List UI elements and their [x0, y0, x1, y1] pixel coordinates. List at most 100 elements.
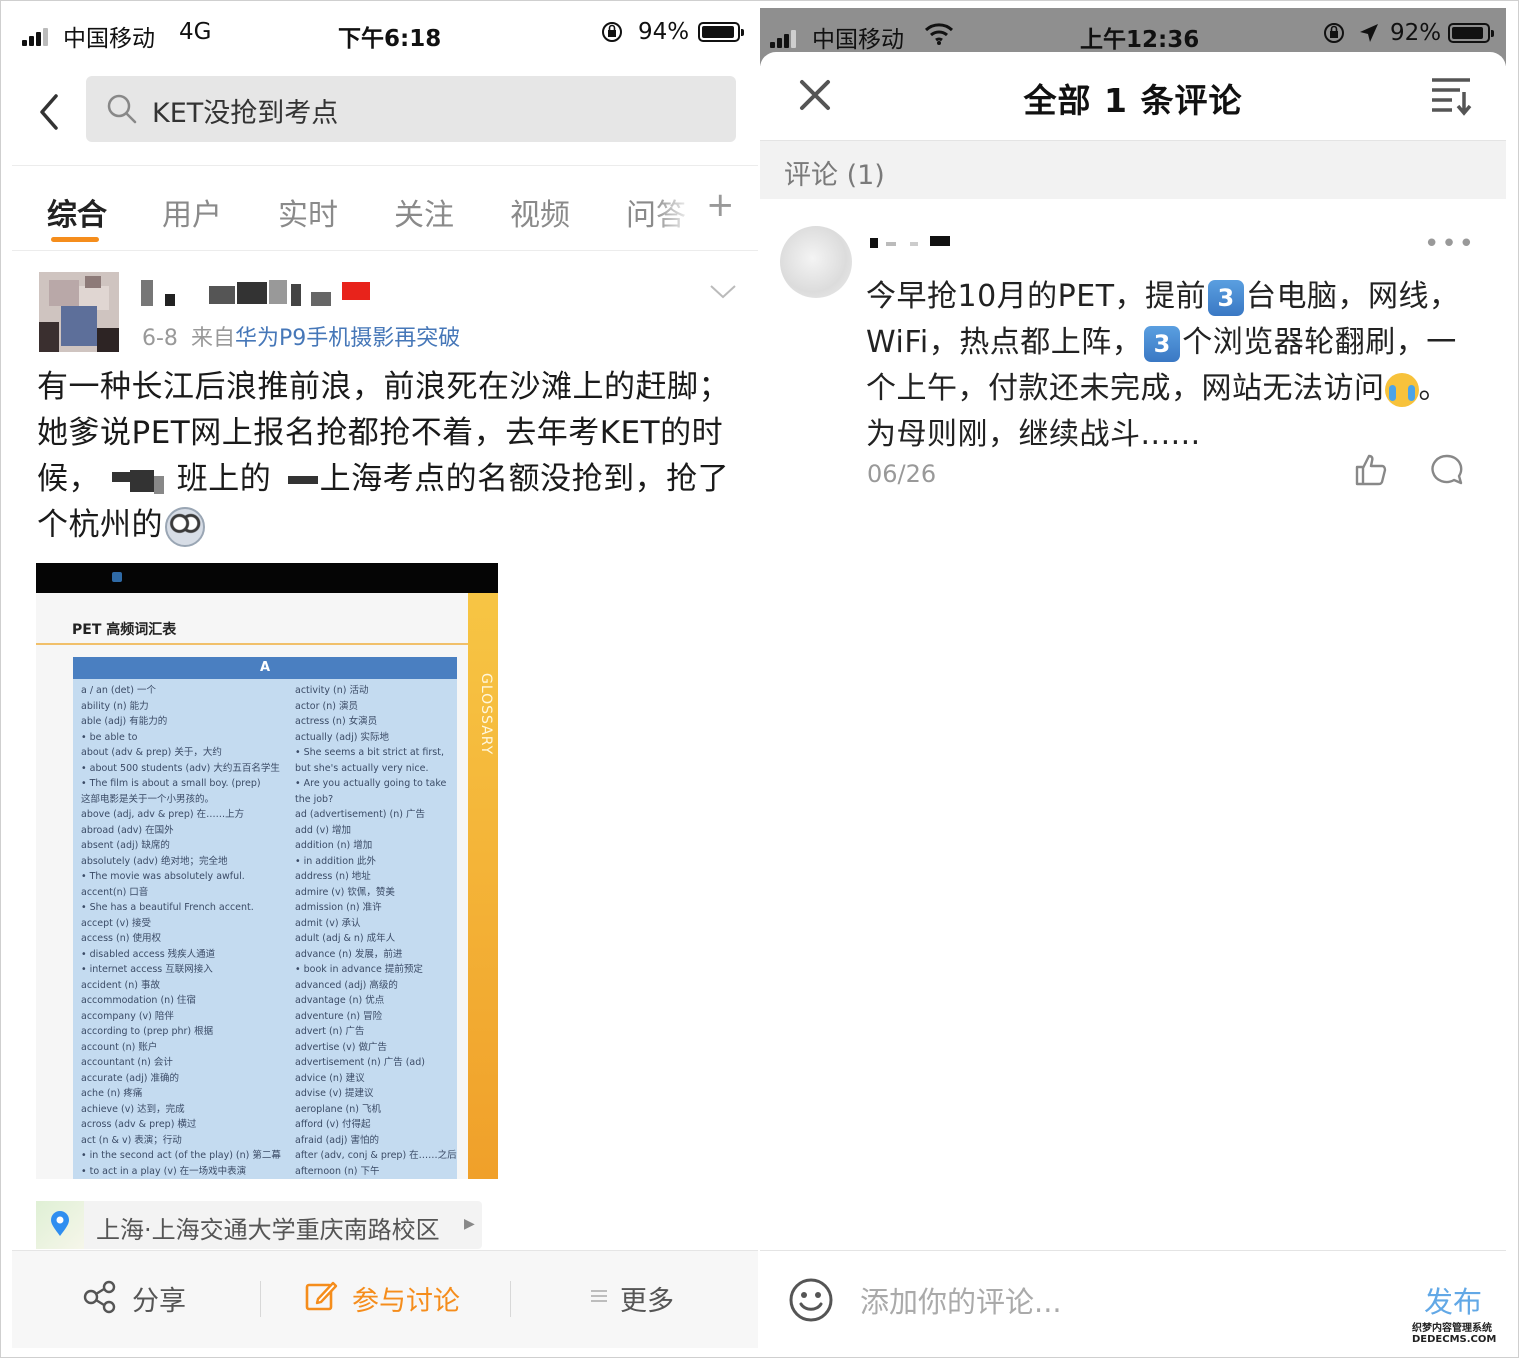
vocab-entry: admire (v) 钦佩，赞美 [295, 886, 395, 898]
image-top-bar [36, 563, 498, 593]
image-heading-rule [36, 643, 468, 645]
vocab-entry: • Are you actually going to take [295, 778, 447, 789]
search-icon [107, 94, 137, 124]
chevron-right-icon: ▶ [464, 1216, 475, 1232]
watermark: 织梦内容管理系统 DEDECMS.COM [1412, 1323, 1496, 1345]
redacted-name-2 [282, 466, 320, 496]
vocab-entry: admission (n) 准许 [295, 902, 382, 913]
vocab-entry: access (n) 使用权 [81, 933, 161, 944]
vocab-entry: accept (v) 接受 [81, 917, 151, 929]
tab-comprehensive[interactable]: 综合 [47, 190, 107, 234]
username-redacted[interactable] [141, 280, 341, 310]
vocab-entry: • The movie was absolutely awful. [81, 871, 245, 882]
like-icon[interactable] [1354, 453, 1388, 487]
back-arrow-icon[interactable] [34, 92, 64, 132]
vocab-entry: 这部电影是关于一个小男孩的。 [81, 793, 215, 805]
search-header: KET没抢到考点 [12, 68, 758, 164]
reply-icon[interactable] [1430, 453, 1464, 487]
comment-text-part1: 今早抢10月的PET，提前 [866, 279, 1207, 314]
commenter-name-redacted[interactable] [870, 236, 960, 250]
vocab-entry: advance (n) 发展，前进 [295, 948, 403, 960]
vocab-entry: a / an (det) 一个 [81, 685, 156, 696]
chevron-down-icon[interactable] [709, 284, 737, 300]
vocab-entry: • disabled access 残疾人通道 [81, 948, 216, 960]
vocab-entry: actress (n) 女演员 [295, 716, 378, 727]
sort-icon[interactable] [1430, 76, 1474, 116]
vocab-entry: adult (adj & n) 成年人 [295, 933, 396, 944]
comment-date: 06/26 [867, 460, 937, 488]
location-tag[interactable]: 上海·上海交通大学重庆南路校区 ▶ [36, 1201, 482, 1249]
vocab-entry: account (n) 账户 [81, 1041, 158, 1053]
vocab-entry: advertise (v) 做广告 [295, 1041, 387, 1053]
vocab-entry: accident (n) 事故 [81, 979, 161, 991]
search-input[interactable]: KET没抢到考点 [86, 76, 736, 142]
battery-icon [698, 22, 744, 42]
vocab-entry: accent(n) 口音 [81, 886, 149, 898]
vocab-entry: actor (n) 演员 [295, 700, 358, 712]
comment-count-label: 评论 (1) [784, 160, 885, 191]
keycap-3-emoji-icon: 3 [1144, 325, 1181, 362]
left-phone-search-results: 中国移动 4G 下午6:18 94% KET没抢到考点 综合 用户 实时 关注 … [12, 8, 758, 1348]
more-button[interactable]: 更多 [620, 1279, 674, 1318]
redacted-name [110, 466, 166, 496]
vocab-entry: about (adv & prep) 关于，大约 [81, 747, 222, 758]
post-text: 有一种长江后浪推前浪，前浪死在沙滩上的赶脚；她爹说PET网上报名抢都抢不着，去年… [37, 364, 742, 548]
shocked-face-emoji-icon [165, 506, 205, 547]
discuss-button[interactable]: 参与讨论 [352, 1279, 460, 1318]
action-divider [260, 1281, 261, 1317]
battery-percent: 92% [1390, 20, 1442, 46]
avatar[interactable] [780, 226, 852, 298]
vocab-entry: afford (v) 付得起 [295, 1119, 371, 1130]
vocab-entry: act (n & v) 表演；行动 [81, 1134, 182, 1146]
vocab-entry: • to act in a play (v) 在一场戏中表演 [81, 1165, 247, 1177]
sheet-title: 全部 1 条评论 [1023, 81, 1243, 120]
vocab-entry: ache (n) 疼痛 [81, 1088, 143, 1099]
crying-face-emoji-icon [1384, 372, 1419, 407]
vocab-entry: absent (adj) 缺席的 [81, 840, 170, 851]
result-tabs: 综合 用户 实时 关注 视频 问答 + [12, 165, 758, 251]
post-source-prefix: 来自 [190, 326, 235, 351]
avatar[interactable] [39, 272, 119, 352]
tab-video[interactable]: 视频 [510, 190, 570, 234]
publish-button[interactable]: 发布 [1424, 1279, 1482, 1321]
vocab-entry: accountant (n) 会计 [81, 1057, 173, 1068]
share-button[interactable]: 分享 [132, 1279, 186, 1318]
vocab-entry: aeroplane (n) 飞机 [295, 1103, 382, 1115]
battery-percent: 94% [638, 19, 690, 45]
vocab-column-2: activity (n) 活动 actor (n) 演员 actress (n) 女… [295, 683, 457, 1179]
vocab-entry: able (adj) 有能力的 [81, 716, 168, 727]
post-source-link[interactable]: 华为P9手机摄影再突破 [235, 326, 460, 351]
active-tab-indicator [51, 237, 99, 242]
post-image[interactable]: PET 高频词汇表 GLOSSARY A a / an (det) 一个 abil… [36, 563, 498, 1179]
vocab-column-1: a / an (det) 一个 ability (n) 能力 able (adj) … [81, 683, 281, 1179]
rotation-lock-icon [602, 22, 622, 42]
location-label: 上海·上海交通大学重庆南路校区 [96, 1216, 440, 1244]
vocab-entry: advert (n) 广告 [295, 1026, 365, 1037]
vocab-entry: afternoon (n) 下午 [295, 1165, 380, 1177]
vocab-entry: abroad (adv) 在国外 [81, 824, 174, 836]
vocab-entry: actually (adj) 实际地 [295, 731, 389, 743]
image-heading: PET 高频词汇表 [72, 622, 177, 638]
vocab-entry: achieve (v) 达到，完成 [81, 1103, 185, 1115]
vocab-entry: • be able to [81, 731, 138, 743]
emoji-picker-icon[interactable] [788, 1277, 834, 1323]
more-options-icon[interactable]: ••• [1424, 231, 1476, 257]
vocab-entry: • She seems a bit strict at first, [295, 747, 444, 758]
vocab-entry: advice (n) 建议 [295, 1072, 365, 1084]
post-meta: 6-8 来自华为P9手机摄影再突破 [142, 320, 460, 352]
tab-users[interactable]: 用户 [162, 190, 222, 234]
vocab-entry: accompany (v) 陪伴 [81, 1010, 174, 1022]
add-tab-icon[interactable]: + [706, 188, 735, 222]
tab-realtime[interactable]: 实时 [278, 190, 338, 234]
share-icon [83, 1280, 116, 1314]
tab-following[interactable]: 关注 [394, 190, 454, 234]
status-bar: 中国移动 4G 下午6:18 94% [12, 8, 758, 60]
vocab-entry: address (n) 地址 [295, 871, 371, 882]
member-badge [342, 282, 370, 300]
image-side-tab: GLOSSARY [468, 593, 498, 1179]
vocab-entry: but she's actually very nice. [295, 762, 429, 774]
comment-input[interactable]: 添加你的评论... [860, 1279, 1062, 1321]
location-arrow-icon [1360, 24, 1378, 42]
network-label: 4G [179, 19, 212, 45]
rotation-lock-icon [1324, 23, 1344, 43]
